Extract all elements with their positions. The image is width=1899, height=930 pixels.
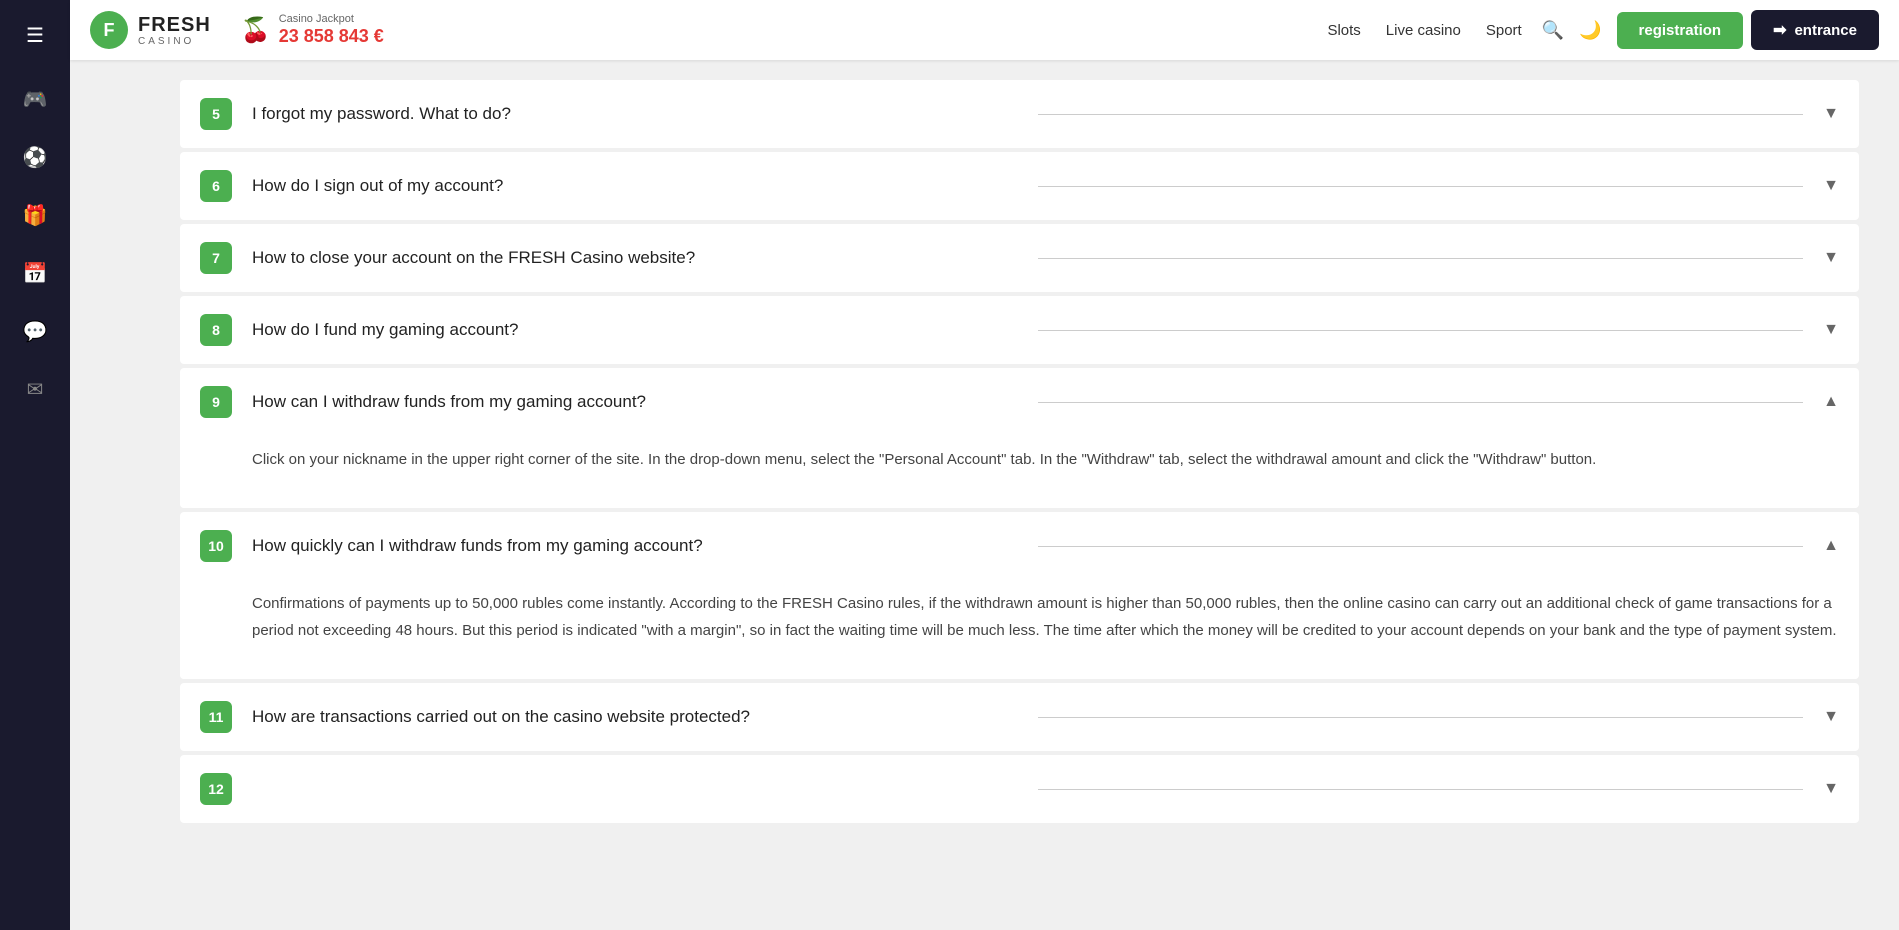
- jackpot-text: Casino Jackpot 23 858 843 €: [279, 13, 384, 48]
- faq-header-5[interactable]: 5 I forgot my password. What to do?: [180, 80, 1859, 148]
- jackpot-label: Casino Jackpot: [279, 13, 384, 26]
- faq-item-9: 9 How can I withdraw funds from my gamin…: [180, 368, 1859, 508]
- faq-body-9: Click on your nickname in the upper righ…: [180, 436, 1859, 508]
- header-icons: 🔍 🌙: [1542, 20, 1602, 41]
- faq-line-9: [1038, 402, 1804, 403]
- faq-line-11: [1038, 717, 1804, 718]
- jackpot-amount: 23 858 843 €: [279, 26, 384, 48]
- faq-body-text-10: Confirmations of payments up to 50,000 r…: [252, 590, 1839, 644]
- faq-chevron-6: [1823, 177, 1839, 195]
- logo-text: FRESH CASINO: [138, 14, 211, 47]
- cherry-icon: 🍒: [241, 16, 271, 45]
- faq-item-5: 5 I forgot my password. What to do?: [180, 80, 1859, 148]
- sidebar-item-games[interactable]: 🎮: [10, 74, 60, 124]
- faq-question-11: How are transactions carried out on the …: [252, 707, 1018, 727]
- nav-slots[interactable]: Slots: [1327, 22, 1360, 39]
- faq-line-12: [1038, 789, 1804, 790]
- faq-question-10: How quickly can I withdraw funds from my…: [252, 536, 1018, 556]
- faq-number-8: 8: [200, 314, 232, 346]
- faq-item-11: 11 How are transactions carried out on t…: [180, 683, 1859, 751]
- faq-item-7: 7 How to close your account on the FRESH…: [180, 224, 1859, 292]
- faq-header-6[interactable]: 6 How do I sign out of my account?: [180, 152, 1859, 220]
- sidebar-item-calendar[interactable]: 📅: [10, 248, 60, 298]
- faq-header-12[interactable]: 12: [180, 755, 1859, 823]
- faq-chevron-12: [1823, 780, 1839, 798]
- faq-question-6: How do I sign out of my account?: [252, 176, 1018, 196]
- faq-question-5: I forgot my password. What to do?: [252, 104, 1018, 124]
- logo-area: F FRESH CASINO: [90, 11, 211, 49]
- faq-chevron-11: [1823, 708, 1839, 726]
- hamburger-menu[interactable]: ☰: [18, 15, 52, 56]
- entrance-label: entrance: [1794, 22, 1857, 39]
- faq-number-12: 12: [200, 773, 232, 805]
- faq-number-10: 10: [200, 530, 232, 562]
- faq-header-9[interactable]: 9 How can I withdraw funds from my gamin…: [180, 368, 1859, 436]
- faq-question-9: How can I withdraw funds from my gaming …: [252, 392, 1018, 412]
- faq-line-10: [1038, 546, 1804, 547]
- faq-chevron-7: [1823, 249, 1839, 267]
- entrance-button[interactable]: ➡ entrance: [1751, 10, 1879, 50]
- search-icon[interactable]: 🔍: [1542, 20, 1564, 41]
- logo-badge: F: [90, 11, 128, 49]
- faq-chevron-8: [1823, 321, 1839, 339]
- faq-number-6: 6: [200, 170, 232, 202]
- night-mode-icon[interactable]: 🌙: [1579, 20, 1601, 41]
- registration-button[interactable]: registration: [1617, 12, 1744, 49]
- faq-line-5: [1038, 114, 1804, 115]
- entrance-arrow-icon: ➡: [1773, 20, 1786, 40]
- faq-number-11: 11: [200, 701, 232, 733]
- nav-live-casino[interactable]: Live casino: [1386, 22, 1461, 39]
- nav-sport[interactable]: Sport: [1486, 22, 1522, 39]
- faq-line-7: [1038, 258, 1804, 259]
- faq-item-10: 10 How quickly can I withdraw funds from…: [180, 512, 1859, 679]
- sidebar-item-support[interactable]: 💬: [10, 306, 60, 356]
- logo-fresh: FRESH: [138, 14, 211, 36]
- faq-chevron-9: [1823, 393, 1839, 411]
- faq-header-11[interactable]: 11 How are transactions carried out on t…: [180, 683, 1859, 751]
- faq-number-9: 9: [200, 386, 232, 418]
- faq-line-6: [1038, 186, 1804, 187]
- faq-body-10: Confirmations of payments up to 50,000 r…: [180, 580, 1859, 679]
- faq-item-6: 6 How do I sign out of my account?: [180, 152, 1859, 220]
- sidebar-item-sports[interactable]: ⚽: [10, 132, 60, 182]
- faq-number-5: 5: [200, 98, 232, 130]
- faq-number-7: 7: [200, 242, 232, 274]
- main-content: 5 I forgot my password. What to do? 6 Ho…: [140, 60, 1899, 930]
- faq-header-7[interactable]: 7 How to close your account on the FRESH…: [180, 224, 1859, 292]
- faq-item-12: 12: [180, 755, 1859, 823]
- faq-header-8[interactable]: 8 How do I fund my gaming account?: [180, 296, 1859, 364]
- sidebar: ☰ 🎮 ⚽ 🎁 📅 💬 ✉: [0, 0, 70, 930]
- faq-chevron-10: [1823, 537, 1839, 555]
- faq-header-10[interactable]: 10 How quickly can I withdraw funds from…: [180, 512, 1859, 580]
- sidebar-item-messages[interactable]: ✉: [10, 364, 60, 414]
- faq-item-8: 8 How do I fund my gaming account?: [180, 296, 1859, 364]
- faq-question-7: How to close your account on the FRESH C…: [252, 248, 1018, 268]
- faq-line-8: [1038, 330, 1804, 331]
- jackpot-area: 🍒 Casino Jackpot 23 858 843 €: [241, 13, 384, 48]
- faq-question-8: How do I fund my gaming account?: [252, 320, 1018, 340]
- nav-links: Slots Live casino Sport: [1327, 22, 1521, 39]
- faq-chevron-5: [1823, 105, 1839, 123]
- sidebar-item-bonuses[interactable]: 🎁: [10, 190, 60, 240]
- faq-body-text-9: Click on your nickname in the upper righ…: [252, 446, 1839, 473]
- header: F FRESH CASINO 🍒 Casino Jackpot 23 858 8…: [70, 0, 1899, 60]
- logo-casino: CASINO: [138, 36, 211, 47]
